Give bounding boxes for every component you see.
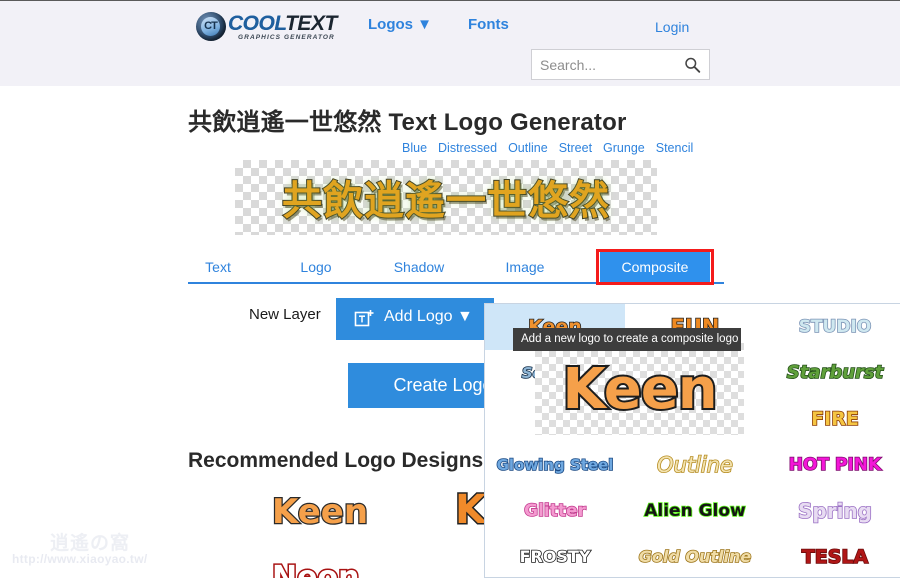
logo-style-option-label: Gold Outline [638, 547, 752, 566]
cooltext-badge-initials: CT [201, 17, 220, 36]
logo-style-option-label: Glowing Steel [496, 455, 614, 474]
logo-style-option[interactable]: TESLA [765, 534, 900, 577]
recommended-heading: Recommended Logo Designs [188, 449, 484, 472]
tab-text[interactable]: Text [188, 252, 248, 282]
logo-style-option[interactable]: Outline [625, 442, 765, 488]
cooltext-wordmark: COOLTEXT [228, 13, 337, 35]
logo-style-option[interactable]: Spring [765, 488, 900, 534]
search-icon[interactable] [684, 56, 701, 74]
logo-style-option-label: STUDIO [798, 316, 872, 337]
nav-login-link[interactable]: Login [655, 19, 689, 35]
style-link-street[interactable]: Street [559, 141, 592, 155]
logo-preview[interactable]: 共飲逍遙一世悠然 [235, 160, 657, 235]
logo-style-option-label: Spring [797, 499, 873, 523]
add-logo-button-label: Add Logo ▼ [384, 308, 473, 325]
editor-tabs: Text Logo Shadow Image Composite [188, 252, 724, 284]
style-link-blue[interactable]: Blue [402, 141, 427, 155]
logo-style-option-label: FROSTY [519, 547, 591, 566]
style-links: Blue Distressed Outline Street Grunge Stencil [402, 141, 693, 155]
logo-style-option[interactable]: STUDIO [765, 304, 900, 350]
nav-fonts-link[interactable]: Fonts [468, 16, 509, 33]
tab-image[interactable]: Image [493, 252, 557, 282]
cooltext-word-cool: COOL [228, 12, 286, 35]
logo-style-option[interactable]: Starburst [765, 350, 900, 396]
logo-style-option[interactable]: Glitter [485, 488, 625, 534]
cooltext-tagline: GRAPHICS GENERATOR [238, 34, 335, 41]
style-link-stencil[interactable]: Stencil [656, 141, 694, 155]
page-title: 共飲逍遙一世悠然 Text Logo Generator [188, 109, 627, 136]
style-link-distressed[interactable]: Distressed [438, 141, 497, 155]
cooltext-word-text: TEXT [285, 12, 337, 35]
page-watermark: 逍遙の窩 http://www.xiaoyao.tw/ [8, 528, 178, 574]
watermark-url: http://www.xiaoyao.tw/ [12, 552, 148, 566]
logo-style-option-label: Glitter [523, 500, 586, 521]
tab-logo[interactable]: Logo [286, 252, 346, 282]
logo-style-option-label: HOT PINK [788, 454, 882, 475]
cooltext-logo[interactable]: CT COOLTEXT GRAPHICS GENERATOR [196, 9, 344, 45]
recommended-sample-keen[interactable]: Keen [271, 491, 370, 534]
logo-style-option[interactable]: Glowing Steel [485, 442, 625, 488]
add-text-box-icon [354, 310, 374, 327]
logo-style-option-label: Starburst [786, 362, 884, 383]
logo-style-option-label: Alien Glow [643, 500, 746, 521]
logo-hover-preview-text: Keen [560, 355, 719, 424]
logo-style-option-label: TESLA [801, 545, 869, 568]
logo-style-option-label: FIRE [810, 407, 859, 430]
tab-shadow[interactable]: Shadow [380, 252, 458, 282]
recommended-sample-three[interactable]: Neon [270, 559, 360, 578]
add-logo-tooltip: Add a new logo to create a composite log… [513, 328, 741, 351]
watermark-glyphs: 逍遙の窩 [50, 532, 131, 554]
search-box[interactable] [531, 49, 710, 80]
logo-style-option[interactable]: FROSTY [485, 534, 625, 577]
site-header: CT COOLTEXT GRAPHICS GENERATOR Logos ▼ F… [0, 0, 900, 86]
logo-preview-text: 共飲逍遙一世悠然 [281, 176, 610, 224]
style-link-outline[interactable]: Outline [508, 141, 548, 155]
logo-style-option[interactable]: FIRE [765, 396, 900, 442]
logo-style-option[interactable]: Alien Glow [625, 488, 765, 534]
logo-style-option[interactable]: Gold Outline [625, 534, 765, 577]
logo-style-option-label: Outline [656, 452, 734, 477]
search-input[interactable] [540, 50, 680, 79]
new-layer-label: New Layer [249, 306, 321, 323]
nav-logos-menu[interactable]: Logos ▼ [368, 16, 432, 33]
page-root: CT COOLTEXT GRAPHICS GENERATOR Logos ▼ F… [0, 0, 900, 578]
tab-composite[interactable]: Composite [600, 252, 710, 282]
cooltext-badge-icon: CT [196, 12, 226, 41]
logo-style-option[interactable]: HOT PINK [765, 442, 900, 488]
style-link-grunge[interactable]: Grunge [603, 141, 645, 155]
logo-hover-preview: Keen [535, 343, 744, 435]
add-logo-button[interactable]: Add Logo ▼ [336, 298, 494, 340]
